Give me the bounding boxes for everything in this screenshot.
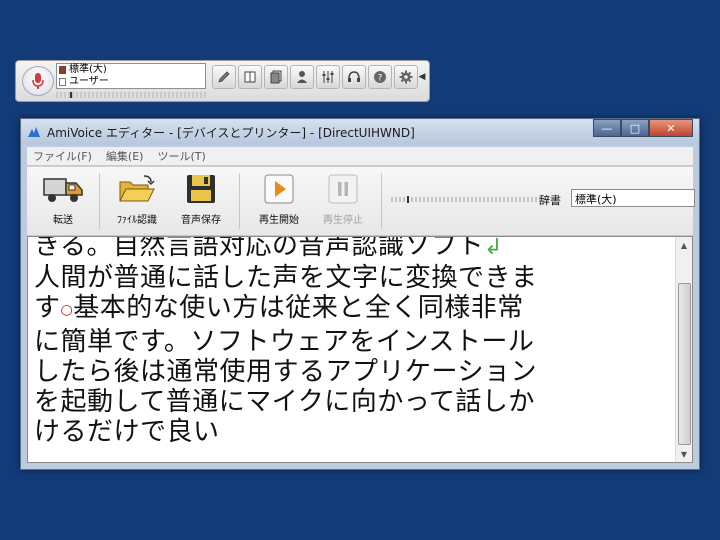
- vertical-scrollbar[interactable]: ▲ ▼: [675, 237, 692, 462]
- text-line: けるだけで良い: [34, 417, 220, 447]
- scroll-thumb[interactable]: [678, 283, 691, 445]
- text-line: 基本的な使い方は従来と全く同様非常: [73, 293, 524, 323]
- text-editor[interactable]: きる。自然言語対応の音声認識ソフト↲ 人間が普通に話した声を文字に変換できま す…: [27, 236, 693, 463]
- menu-tools[interactable]: ツール(T): [157, 148, 205, 164]
- microphone-icon: [32, 73, 44, 89]
- help-icon[interactable]: ?: [368, 65, 392, 89]
- book-icon[interactable]: [238, 65, 262, 89]
- play-start-label: 再生開始: [259, 215, 299, 226]
- gear-icon[interactable]: [394, 65, 418, 89]
- text-line: したら後は通常使用するアプリケーション: [34, 357, 537, 387]
- svg-text:?: ?: [378, 74, 383, 84]
- pencil-icon[interactable]: [212, 65, 236, 89]
- return-mark-icon: ↲: [483, 236, 503, 260]
- scroll-up-icon[interactable]: ▲: [676, 237, 692, 253]
- truck-icon: [43, 178, 83, 202]
- mixer-icon[interactable]: [316, 65, 340, 89]
- user-name: ユーザー: [69, 76, 109, 87]
- dictionary-select[interactable]: 標準(大): [571, 189, 695, 207]
- text-line: 人間が普通に話した声を文字に変換できま: [34, 263, 538, 293]
- volume-meter: [391, 196, 551, 203]
- pause-icon: [328, 174, 358, 204]
- file-recognize-button[interactable]: ﾌｧｲﾙ認識: [107, 171, 167, 231]
- status-panel: 標準(大) ユーザー: [56, 63, 206, 89]
- window-title: AmiVoice エディター - [デバイスとプリンター] - [DirectU…: [47, 126, 415, 140]
- menu-bar: ファイル(F) 編集(E) ツール(T): [27, 147, 693, 165]
- text-line: に簡単です。ソフトウェアをインストール: [34, 327, 535, 357]
- title-bar[interactable]: AmiVoice エディター - [デバイスとプリンター] - [DirectU…: [21, 119, 699, 145]
- amivoice-floating-bar: 標準(大) ユーザー ? ◀: [15, 60, 430, 102]
- scroll-down-icon[interactable]: ▼: [676, 446, 692, 462]
- headset-icon[interactable]: [342, 65, 366, 89]
- folder-icon: [119, 175, 155, 202]
- play-stop-button[interactable]: 再生停止: [313, 171, 373, 231]
- play-stop-label: 再生停止: [323, 215, 363, 226]
- volume-meter: [56, 92, 206, 98]
- user-small-icon: [59, 78, 66, 86]
- text-line: を起動して普通にマイクに向かって話しか: [34, 387, 535, 417]
- dictionary-name: 標準(大): [69, 64, 107, 75]
- toolbar: 転送 ﾌｧｲﾙ認識 音声保存 再生開始 再生停止 辞書 標準(大): [27, 166, 695, 236]
- editor-text: きる。自然言語対応の音声認識ソフト↲ 人間が普通に話した声を文字に変換できま す…: [34, 236, 652, 447]
- dictionary-label: 辞書: [539, 194, 561, 207]
- menu-edit[interactable]: 編集(E): [106, 148, 144, 164]
- collapse-arrow-icon[interactable]: ◀: [417, 67, 427, 87]
- text-line: す: [34, 293, 61, 323]
- minimize-button[interactable]: —: [593, 119, 621, 137]
- menu-file[interactable]: ファイル(F): [33, 148, 92, 164]
- text-line: きる。自然言語対応の音声認識ソフト: [34, 236, 484, 261]
- dictionary-icon: [59, 66, 66, 74]
- microphone-button[interactable]: [22, 66, 54, 96]
- maximize-button[interactable]: □: [621, 119, 649, 137]
- transfer-label: 転送: [53, 215, 73, 226]
- user-icon[interactable]: [290, 65, 314, 89]
- amivoice-app-icon: [28, 127, 40, 137]
- pages-icon[interactable]: [264, 65, 288, 89]
- play-icon: [264, 174, 294, 204]
- save-audio-label: 音声保存: [181, 215, 221, 226]
- amivoice-editor-window: AmiVoice エディター - [デバイスとプリンター] - [DirectU…: [20, 118, 700, 470]
- transfer-button[interactable]: 転送: [33, 171, 93, 231]
- floppy-disk-icon: [187, 175, 215, 203]
- close-button[interactable]: ✕: [649, 119, 693, 137]
- play-start-button[interactable]: 再生開始: [249, 171, 309, 231]
- cursor-circle-icon: ○: [60, 302, 74, 318]
- save-audio-button[interactable]: 音声保存: [171, 171, 231, 231]
- file-recognize-label: ﾌｧｲﾙ認識: [117, 215, 157, 226]
